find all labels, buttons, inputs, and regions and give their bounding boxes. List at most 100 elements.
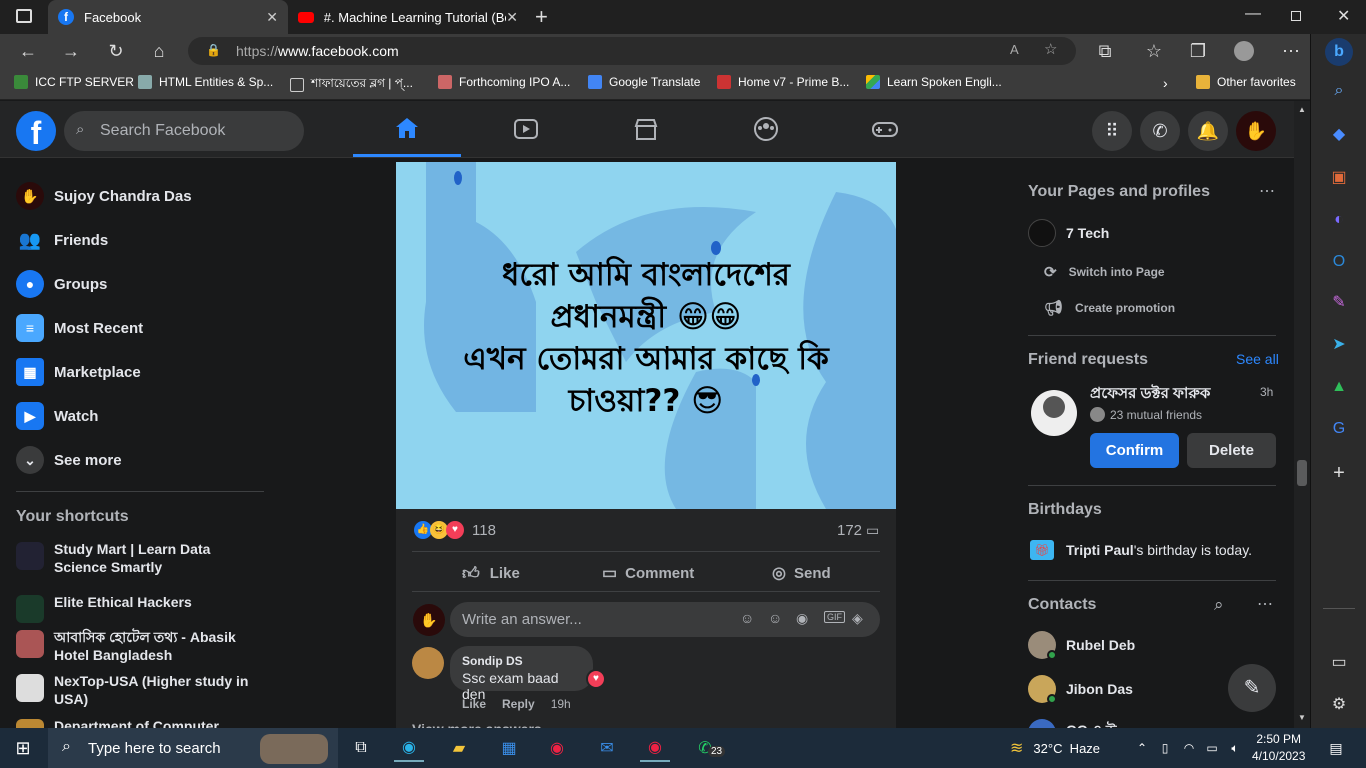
shortcut-elite-hackers[interactable]: Elite Ethical Hackers <box>16 593 266 623</box>
contacts-search-icon[interactable]: ⌕ <box>1214 595 1224 615</box>
shopping-tag-icon[interactable]: ◆ <box>1328 124 1350 146</box>
contact-gg[interactable]: GG ও উ <box>1028 719 1117 728</box>
post-image[interactable]: ধরো আমি বাংলাদেশের প্রধানমন্ত্রী 😁😁 এখন … <box>396 162 896 509</box>
scrollbar-thumb[interactable] <box>1297 460 1307 486</box>
see-more-button[interactable]: ⌄ See more <box>16 446 122 474</box>
task-view-icon[interactable]: ⧉ <box>346 734 376 762</box>
sticker-icon[interactable]: ◈ <box>852 610 863 627</box>
shortcut-department[interactable]: Department of Computer <box>16 717 266 728</box>
file-explorer-icon[interactable]: ▰ <box>444 734 474 762</box>
contact-jibon-das[interactable]: Jibon Das <box>1028 675 1133 704</box>
volume-icon[interactable]: 🔈︎ <box>1220 734 1250 762</box>
scroll-up-arrow[interactable]: ▲ <box>1298 105 1306 114</box>
search-icon[interactable]: ⌕ <box>1328 80 1350 102</box>
chrome-profile-taskbar-icon[interactable]: ◉ <box>640 734 670 762</box>
send-icon[interactable]: ➤ <box>1328 334 1350 356</box>
home-icon[interactable]: ⌂ <box>146 38 172 64</box>
bookmark-spoken-english[interactable]: Learn Spoken Engli... <box>866 75 1002 89</box>
bookmark-home-v7[interactable]: Home v7 - Prime B... <box>717 75 849 89</box>
settings-icon[interactable]: ⚙ <box>1328 694 1350 716</box>
home-tab[interactable] <box>353 101 461 157</box>
refresh-icon[interactable]: ↻ <box>103 38 129 64</box>
collections-icon[interactable]: ❐ <box>1185 38 1211 64</box>
watch-tab[interactable] <box>472 101 580 157</box>
send-button[interactable]: ◎ Send <box>772 563 831 583</box>
tab-actions-icon[interactable] <box>16 9 32 23</box>
comment-author[interactable]: Sondip DS <box>462 654 581 668</box>
mutual-friends[interactable]: 23 mutual friends <box>1090 407 1202 422</box>
shortcut-study-mart[interactable]: Study Mart | Learn Data Science Smartly <box>16 540 266 576</box>
designer-icon[interactable]: ✎ <box>1328 292 1350 314</box>
gaming-tab[interactable] <box>831 101 939 157</box>
confirm-button[interactable]: Confirm <box>1090 433 1179 468</box>
comment-button[interactable]: ▭ Comment <box>602 563 694 583</box>
sidebar-item-watch[interactable]: ▶ Watch <box>16 402 98 430</box>
tab-youtube[interactable]: #. Machine Learning Tutorial (Ber ✕ <box>288 0 528 34</box>
facebook-logo[interactable]: f <box>16 111 56 151</box>
switch-into-page[interactable]: ⟳ Switch into Page <box>1044 263 1165 281</box>
scroll-down-arrow[interactable]: ▼ <box>1298 713 1306 722</box>
other-favorites[interactable]: Other favorites <box>1196 75 1296 89</box>
search-facebook-input[interactable]: ⌕ Search Facebook <box>64 111 304 151</box>
reactions-summary[interactable]: 👍 😆 ♥ 118 <box>414 521 496 539</box>
comments-count[interactable]: 172 ▭ <box>837 522 879 539</box>
close-tab-icon[interactable]: ✕ <box>506 9 518 26</box>
taskbar-search-box[interactable]: ⌕ Type here to search <box>48 728 338 768</box>
restore-icon[interactable] <box>1291 11 1301 21</box>
sidebar-item-friends[interactable]: 👥 Friends <box>16 226 108 254</box>
comment-love-reaction-icon[interactable]: ♥ <box>586 669 606 689</box>
edge-taskbar-icon[interactable]: ◉ <box>394 734 424 762</box>
account-avatar[interactable]: ✋ <box>1236 111 1276 151</box>
sidebar-item-most-recent[interactable]: ≡ Most Recent <box>16 314 143 342</box>
contact-rubel-deb[interactable]: Rubel Deb <box>1028 631 1135 660</box>
add-favorite-icon[interactable]: ☆ <box>1044 40 1057 58</box>
clock[interactable]: 2:50 PM 4/10/2023 <box>1252 731 1305 765</box>
marketplace-tab[interactable] <box>592 101 700 157</box>
comment-like-link[interactable]: Like <box>462 697 486 711</box>
commenter-avatar[interactable]: ✋ <box>413 604 445 636</box>
forward-icon[interactable]: → <box>58 38 84 64</box>
tab-facebook[interactable]: f Facebook ✕ <box>48 0 288 34</box>
delete-button[interactable]: Delete <box>1187 433 1276 468</box>
add-icon[interactable]: + <box>1328 462 1350 484</box>
windows-start-icon[interactable]: ⊞ <box>8 734 38 762</box>
store-taskbar-icon[interactable]: ▦ <box>494 734 524 762</box>
address-bar[interactable]: 🔒 https://www.facebook.com A ☆ <box>188 37 1076 65</box>
extensions-icon[interactable]: ⧉ <box>1092 38 1118 64</box>
create-promotion[interactable]: 📢︎ Create promotion <box>1044 299 1175 317</box>
write-answer-input[interactable]: Write an answer... ☺ ☺ ◉ GIF ◈ <box>450 602 880 637</box>
see-all-link[interactable]: See all <box>1236 351 1279 367</box>
avatar-sticker-icon[interactable]: ☺ <box>740 610 754 626</box>
notification-center-icon[interactable]: ▤ <box>1321 734 1351 762</box>
more-menu-icon[interactable]: ⋯ <box>1278 38 1304 64</box>
outlook-icon[interactable]: O <box>1328 251 1350 273</box>
contacts-options-icon[interactable]: ⋯ <box>1257 594 1273 614</box>
chrome-taskbar-icon[interactable]: ◉ <box>542 734 572 762</box>
page-scrollbar[interactable]: ▲ ▼ <box>1294 101 1310 728</box>
bookmark-google-translate[interactable]: Google Translate <box>588 75 700 89</box>
emoji-icon[interactable]: ☺ <box>768 610 782 626</box>
new-tab-icon[interactable]: + <box>535 4 548 30</box>
weather-widget[interactable]: ≋ 32°C Haze <box>1010 738 1100 758</box>
sidebar-profile[interactable]: ✋ Sujoy Chandra Das <box>16 182 192 210</box>
new-message-button[interactable]: ✎ <box>1228 664 1276 712</box>
like-button[interactable]: 👍︎ Like <box>462 563 520 584</box>
shortcut-abasik-hotel[interactable]: আবাসিক হোটেল তথ্য - Abasik Hotel Banglad… <box>16 628 266 664</box>
profile-avatar[interactable] <box>1234 41 1254 61</box>
friend-request-avatar[interactable] <box>1031 390 1077 436</box>
comment-author-avatar[interactable] <box>412 647 444 679</box>
games-icon[interactable]: ◐ <box>1328 209 1350 231</box>
close-tab-icon[interactable]: ✕ <box>266 9 278 26</box>
sidebar-item-groups[interactable]: ● Groups <box>16 270 107 298</box>
comment-reply-link[interactable]: Reply <box>502 697 535 711</box>
shortcut-nextop-usa[interactable]: NexTop-USA (Higher study in USA) <box>16 672 266 708</box>
birthday-item[interactable]: 🎁︎ Tripti Paul's birthday is today. <box>1030 540 1252 560</box>
groups-tab[interactable] <box>712 101 820 157</box>
menu-button[interactable]: ⠿ <box>1092 111 1132 151</box>
tools-icon[interactable]: ▣ <box>1328 167 1350 189</box>
minimize-icon[interactable]: — <box>1245 5 1261 23</box>
page-7-tech[interactable]: 7 Tech <box>1028 219 1109 247</box>
friend-request-name[interactable]: প্রফেসর ডক্টর ফারুক <box>1090 382 1210 407</box>
favorites-icon[interactable]: ☆ <box>1141 38 1167 64</box>
tree-icon[interactable]: ▲ <box>1328 376 1350 398</box>
